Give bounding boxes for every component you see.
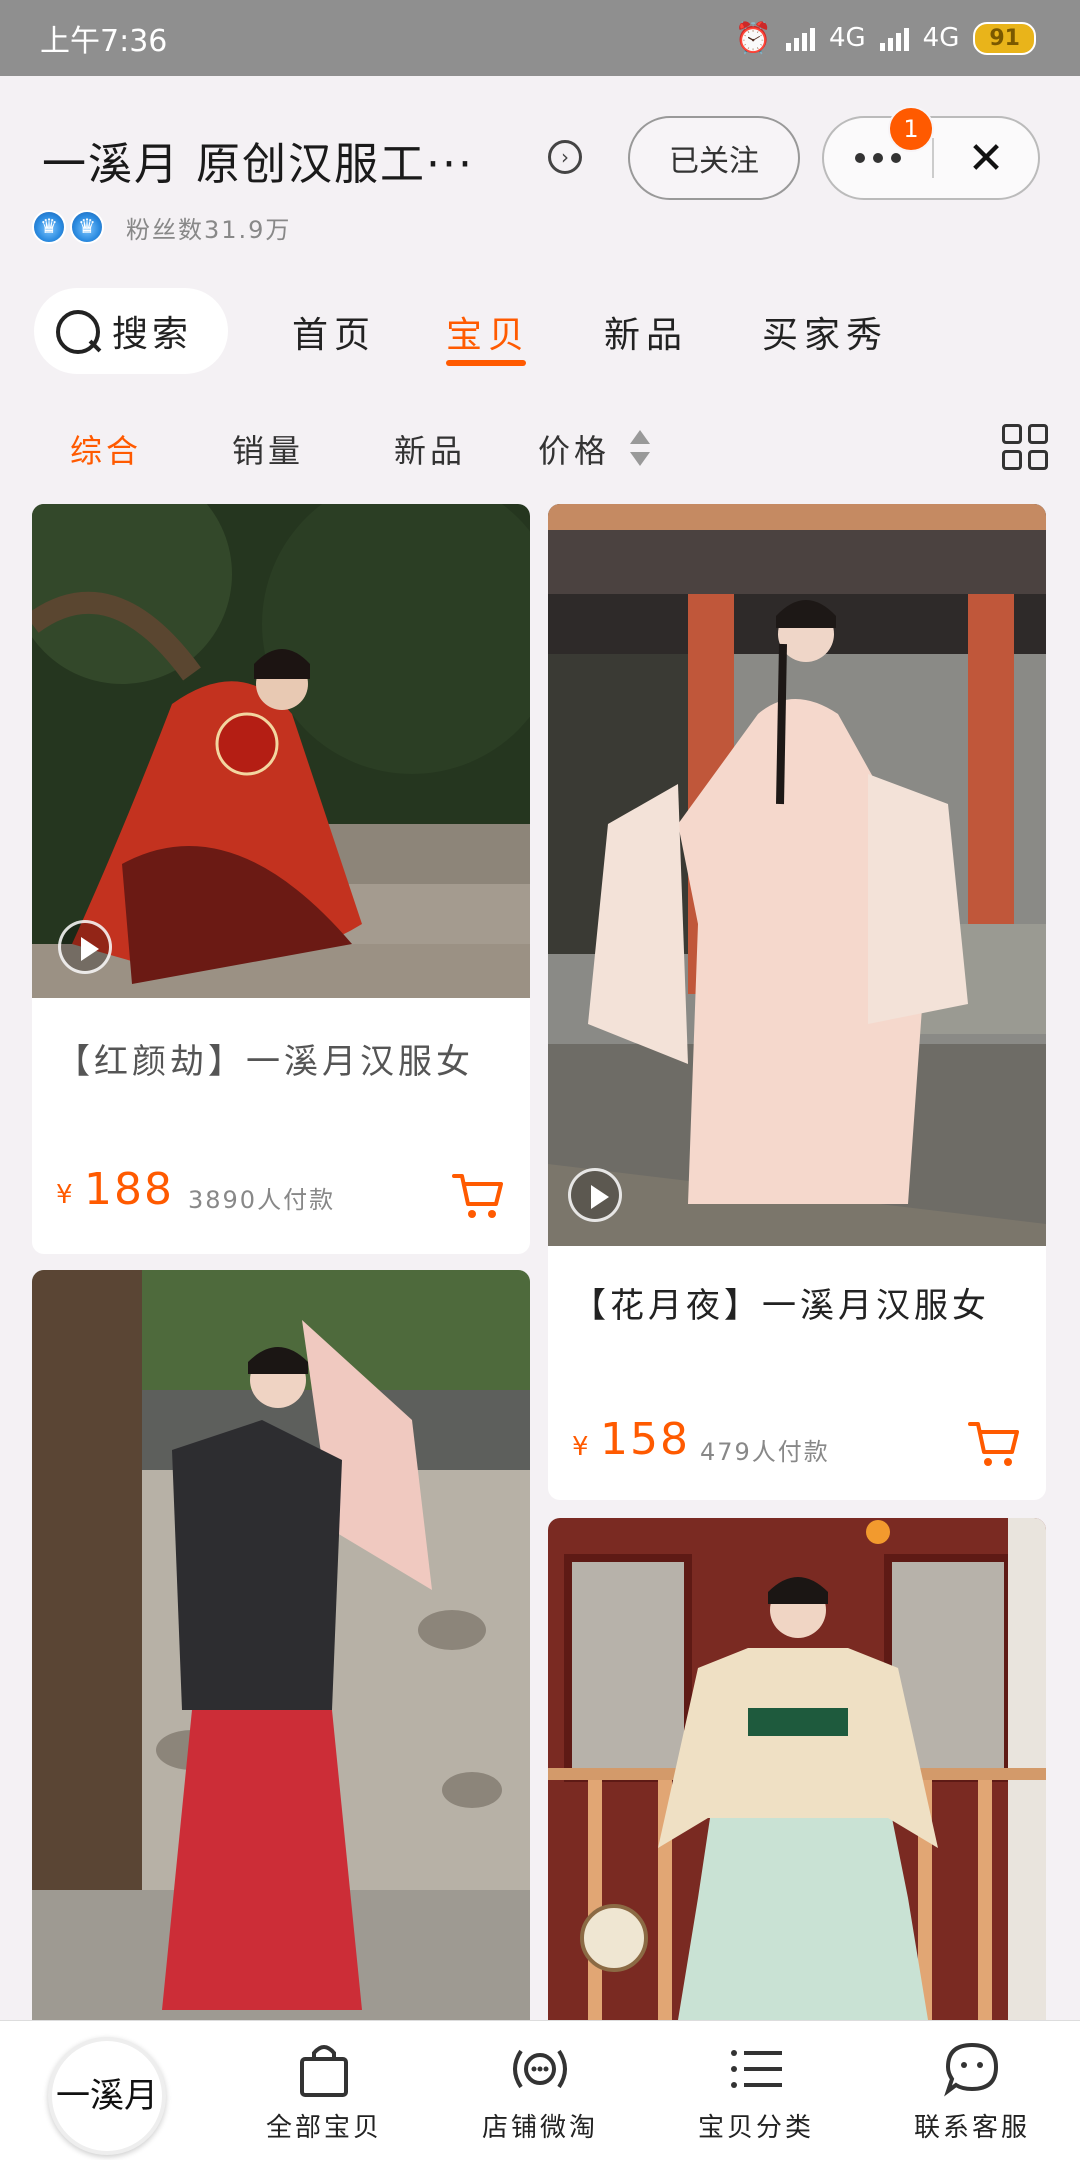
chat-bubble-icon xyxy=(944,2042,999,2097)
product-card[interactable] xyxy=(32,1270,530,2020)
product-card[interactable]: 【花月夜】一溪月汉服女 ¥ 158 479人付款 xyxy=(548,504,1046,1500)
sort-bar: 综合 销量 新品 价格 xyxy=(0,396,1080,496)
shop-logo[interactable]: 一溪月 xyxy=(48,2037,166,2155)
product-card[interactable] xyxy=(548,1518,1046,2020)
signal-icon-2 xyxy=(879,25,909,51)
all-items-label: 全部宝贝 xyxy=(265,2113,382,2143)
customer-service-button[interactable]: 联系客服 xyxy=(892,2039,1052,2144)
sort-comprehensive[interactable]: 综合 xyxy=(70,426,142,472)
product-photo[interactable] xyxy=(32,1270,530,2020)
product-photo[interactable] xyxy=(548,1518,1046,2020)
sort-price[interactable]: 价格 xyxy=(538,426,610,472)
sort-sales[interactable]: 销量 xyxy=(232,426,304,472)
status-icons: ⏰ 4G 4G 91 xyxy=(735,21,1036,56)
alarm-icon: ⏰ xyxy=(734,20,772,56)
shop-nav: 搜索 首页 宝贝 新品 买家秀 xyxy=(0,276,1080,396)
paid-count: 3890人付款 xyxy=(188,1186,336,1214)
crown-icon xyxy=(70,210,104,244)
signal-icon xyxy=(785,25,815,51)
shop-detail-arrow-icon[interactable]: › xyxy=(548,140,582,174)
product-card[interactable]: 【红颜劫】一溪月汉服女 ¥ 188 3890人付款 xyxy=(32,504,530,1254)
shop-header: 一溪月 原创汉服工··· › 已关注 ✕ 1 粉丝数31.9万 xyxy=(0,76,1080,276)
bottom-tab-bar: 一溪月 全部宝贝 店铺微淘 宝贝分类 联系客服 xyxy=(0,2020,1080,2160)
product-photo[interactable] xyxy=(32,504,530,998)
fans-count: 粉丝数31.9万 xyxy=(126,216,292,244)
price-currency: ¥ xyxy=(56,1180,73,1210)
product-photo-illustration xyxy=(32,504,530,998)
search-icon xyxy=(54,308,100,354)
product-photo[interactable] xyxy=(548,504,1046,1246)
sort-arrows-icon[interactable] xyxy=(630,430,650,470)
add-to-cart-icon[interactable] xyxy=(452,1172,504,1220)
product-title[interactable]: 【红颜劫】一溪月汉服女 xyxy=(56,1034,474,1083)
shopping-bag-icon xyxy=(300,2045,348,2097)
add-to-cart-icon[interactable] xyxy=(968,1420,1020,1468)
shop-level-badges xyxy=(32,210,104,244)
item-categories-label: 宝贝分类 xyxy=(697,2113,814,2143)
product-photo-illustration xyxy=(548,504,1046,1246)
product-photo-illustration xyxy=(32,1270,530,2020)
price-currency: ¥ xyxy=(572,1432,589,1462)
search-label: 搜索 xyxy=(112,314,193,355)
status-bar: 上午7:36 ⏰ 4G 4G 91 xyxy=(0,0,1080,76)
network-type-2: 4G xyxy=(922,23,960,53)
follow-button[interactable]: 已关注 xyxy=(628,116,800,200)
tab-new[interactable]: 新品 xyxy=(604,306,688,358)
tab-items[interactable]: 宝贝 xyxy=(446,306,530,358)
notification-badge: 1 xyxy=(888,106,934,152)
product-price: 188 xyxy=(84,1164,174,1215)
active-tab-indicator xyxy=(446,360,526,366)
product-price: 158 xyxy=(600,1414,690,1465)
more-icon[interactable] xyxy=(824,153,932,163)
customer-service-label: 联系客服 xyxy=(913,2113,1030,2143)
paid-count: 479人付款 xyxy=(700,1438,830,1466)
sort-new[interactable]: 新品 xyxy=(394,426,466,472)
shop-feed-button[interactable]: 店铺微淘 xyxy=(460,2039,620,2144)
all-items-button[interactable]: 全部宝贝 xyxy=(244,2039,404,2144)
close-icon[interactable]: ✕ xyxy=(934,133,1038,184)
shop-feed-label: 店铺微淘 xyxy=(481,2113,598,2143)
list-icon xyxy=(731,2050,782,2088)
network-type-1: 4G xyxy=(828,23,866,53)
tab-home[interactable]: 首页 xyxy=(292,306,376,358)
crown-icon xyxy=(32,210,66,244)
grid-view-icon[interactable] xyxy=(1002,424,1048,470)
broadcast-icon xyxy=(513,2049,567,2089)
product-photo-illustration xyxy=(548,1518,1046,2020)
play-video-icon[interactable] xyxy=(58,920,112,974)
status-time: 上午7:36 xyxy=(40,24,168,59)
search-button[interactable]: 搜索 xyxy=(34,288,228,374)
item-categories-button[interactable]: 宝贝分类 xyxy=(676,2039,836,2144)
tab-buyer-show[interactable]: 买家秀 xyxy=(762,306,888,358)
play-video-icon[interactable] xyxy=(568,1168,622,1222)
battery-indicator: 91 xyxy=(973,21,1036,55)
product-title[interactable]: 【花月夜】一溪月汉服女 xyxy=(572,1278,990,1327)
shop-name[interactable]: 一溪月 原创汉服工··· xyxy=(42,128,474,192)
